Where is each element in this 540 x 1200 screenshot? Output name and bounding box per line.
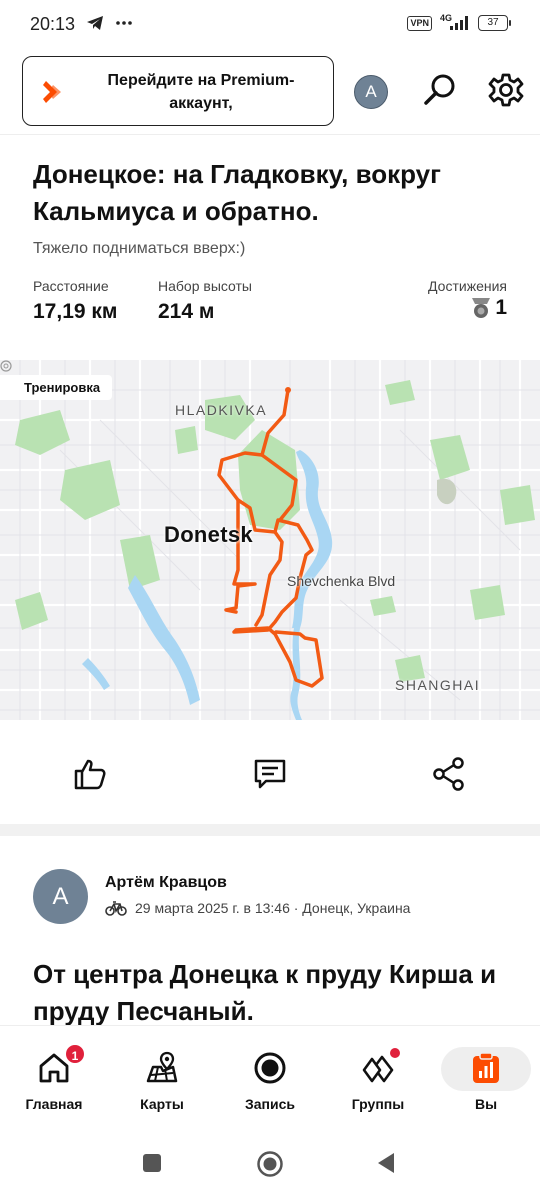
nav-maps[interactable]: Карты <box>112 1026 212 1126</box>
activity-map[interactable]: Тренировка HLADKIVKA Donetsk Shevchenka … <box>0 360 540 720</box>
stat-distance: Расстояние 17,19 км <box>33 278 117 324</box>
map-icon <box>146 1051 178 1083</box>
like-icon[interactable] <box>72 756 108 792</box>
network-type: 4G <box>439 13 452 23</box>
vpn-badge: VPN <box>407 15 432 31</box>
recents-icon[interactable] <box>141 1152 163 1174</box>
map-attribution-icon[interactable] <box>0 360 12 372</box>
route-start-marker <box>285 387 291 393</box>
stat-distance-value: 17,19 км <box>33 300 118 323</box>
profile-avatar[interactable]: A <box>354 75 388 109</box>
nav-groups-label: Группы <box>351 1096 405 1112</box>
status-bar: 20:13 VPN 4G 37 <box>0 0 540 50</box>
nav-home[interactable]: 1 Главная <box>4 1026 104 1126</box>
map-canvas <box>0 360 540 720</box>
battery-indicator: 37 <box>478 15 511 31</box>
post-meta-text: 29 марта 2025 г. в 13:46 · Донецк, Украи… <box>135 900 411 916</box>
nav-maps-label: Карты <box>140 1096 184 1112</box>
stat-elevation-value: 214 м <box>158 300 215 323</box>
premium-banner[interactable]: Перейдите на Premium-аккаунт, <box>22 56 334 126</box>
home-circle-icon[interactable] <box>256 1150 284 1178</box>
header-divider <box>0 134 540 135</box>
activity-actions <box>0 756 540 796</box>
stat-elevation-label: Набор высоты <box>158 278 252 294</box>
author-avatar[interactable]: A <box>33 869 88 924</box>
search-icon[interactable] <box>420 70 460 110</box>
nav-record-label: Запись <box>244 1096 295 1112</box>
home-notification-badge: 1 <box>64 1043 86 1065</box>
post-meta: 29 марта 2025 г. в 13:46 · Донецк, Украи… <box>105 900 410 916</box>
stats-clipboard-icon <box>473 1052 499 1083</box>
groups-icon <box>362 1055 394 1083</box>
map-label-city: Donetsk <box>164 522 253 547</box>
comment-icon[interactable] <box>252 756 288 792</box>
activity-title[interactable]: Донецкое: на Гладковку, вокруг Кальмиуса… <box>33 156 513 230</box>
author-name[interactable]: Артём Кравцов <box>105 874 227 892</box>
trophy-icon <box>472 298 491 318</box>
status-time: 20:13 <box>30 14 76 34</box>
stat-elevation: Набор высоты 214 м <box>158 278 252 324</box>
nav-you-label: Вы <box>474 1096 498 1112</box>
more-icon <box>116 21 132 25</box>
nav-record[interactable]: Запись <box>220 1026 320 1126</box>
nav-home-label: Главная <box>25 1096 83 1112</box>
post-title[interactable]: От центра Донецка к пруду Кирша и пруду … <box>33 956 523 1030</box>
signal-icon <box>450 16 468 30</box>
gear-icon[interactable] <box>486 70 526 110</box>
stat-achievements-value: 1 <box>495 296 507 319</box>
activity-description: Тяжело подниматься вверх:) <box>33 240 246 257</box>
premium-text: Перейдите на Premium-аккаунт, <box>107 72 295 112</box>
map-activity-badge: Тренировка <box>0 375 113 400</box>
nav-you[interactable]: Вы <box>436 1026 536 1126</box>
bike-icon <box>105 901 127 916</box>
nav-groups[interactable]: Группы <box>328 1026 428 1126</box>
bottom-nav: 1 Главная Карты Запись Группы Вы <box>0 1025 540 1125</box>
system-nav-bar <box>0 1130 540 1200</box>
stat-achievements-label: Достижения <box>428 278 507 294</box>
feed-separator <box>0 824 540 836</box>
stat-distance-label: Расстояние <box>33 278 109 294</box>
back-icon[interactable] <box>375 1152 397 1174</box>
groups-notification-dot <box>390 1048 400 1058</box>
map-label-shanghai: SHANGHAI <box>395 677 481 693</box>
map-label-street: Shevchenka Blvd <box>287 573 396 589</box>
stat-achievements[interactable]: Достижения 1 <box>428 278 507 320</box>
telegram-icon <box>87 16 103 30</box>
map-label-hladkivka: HLADKIVKA <box>175 402 268 418</box>
strava-logo-icon <box>43 81 61 103</box>
record-icon <box>254 1052 286 1084</box>
share-icon[interactable] <box>431 756 467 792</box>
